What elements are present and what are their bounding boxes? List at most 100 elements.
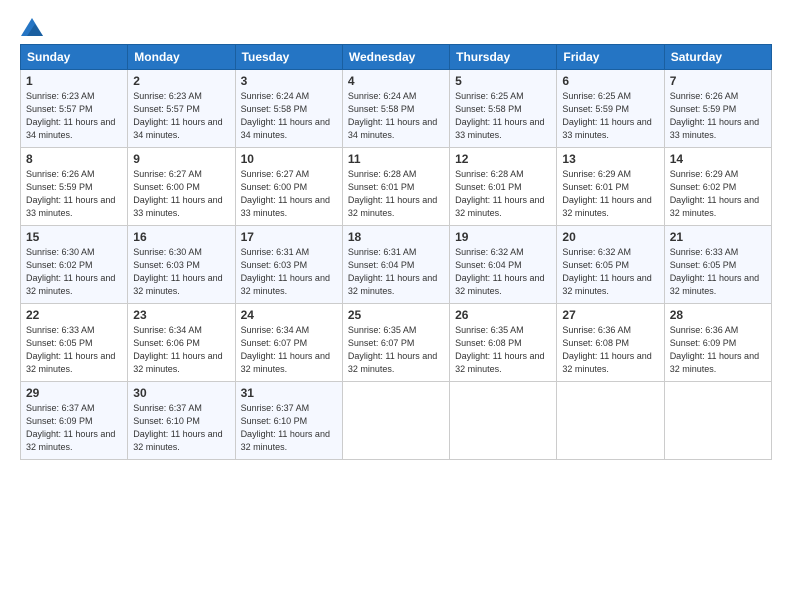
calendar-cell: 20Sunrise: 6:32 AMSunset: 6:05 PMDayligh… <box>557 226 664 304</box>
weekday-header-tuesday: Tuesday <box>235 45 342 70</box>
day-number: 27 <box>562 308 658 322</box>
calendar-week-5: 29 Sunrise: 6:37 AMSunset: 6:09 PMDayligh… <box>21 382 772 460</box>
day-info: Sunrise: 6:30 AMSunset: 6:03 PMDaylight:… <box>133 247 222 296</box>
calendar-cell: 9 Sunrise: 6:27 AMSunset: 6:00 PMDaylight… <box>128 148 235 226</box>
day-number: 8 <box>26 152 122 166</box>
logo <box>20 18 44 36</box>
day-info: Sunrise: 6:34 AMSunset: 6:07 PMDaylight:… <box>241 325 330 374</box>
day-number: 12 <box>455 152 551 166</box>
day-info: Sunrise: 6:25 AMSunset: 5:59 PMDaylight:… <box>562 91 651 140</box>
calendar-cell: 6 Sunrise: 6:25 AMSunset: 5:59 PMDaylight… <box>557 70 664 148</box>
day-info: Sunrise: 6:28 AMSunset: 6:01 PMDaylight:… <box>455 169 544 218</box>
day-info: Sunrise: 6:35 AMSunset: 6:07 PMDaylight:… <box>348 325 437 374</box>
logo-icon <box>21 18 43 36</box>
day-info: Sunrise: 6:25 AMSunset: 5:58 PMDaylight:… <box>455 91 544 140</box>
day-number: 20 <box>562 230 658 244</box>
calendar-cell <box>450 382 557 460</box>
calendar-cell: 4Sunrise: 6:24 AMSunset: 5:58 PMDaylight… <box>342 70 449 148</box>
day-info: Sunrise: 6:27 AMSunset: 6:00 PMDaylight:… <box>133 169 222 218</box>
calendar-cell: 14 Sunrise: 6:29 AMSunset: 6:02 PMDayligh… <box>664 148 771 226</box>
day-number: 18 <box>348 230 444 244</box>
day-info: Sunrise: 6:31 AMSunset: 6:03 PMDaylight:… <box>241 247 330 296</box>
day-number: 31 <box>241 386 337 400</box>
calendar-week-3: 15 Sunrise: 6:30 AMSunset: 6:02 PMDayligh… <box>21 226 772 304</box>
day-info: Sunrise: 6:32 AMSunset: 6:04 PMDaylight:… <box>455 247 544 296</box>
calendar-cell: 1 Sunrise: 6:23 AMSunset: 5:57 PMDaylight… <box>21 70 128 148</box>
day-number: 21 <box>670 230 766 244</box>
day-number: 5 <box>455 74 551 88</box>
calendar-cell: 15 Sunrise: 6:30 AMSunset: 6:02 PMDayligh… <box>21 226 128 304</box>
day-number: 4 <box>348 74 444 88</box>
weekday-header-saturday: Saturday <box>664 45 771 70</box>
day-number: 22 <box>26 308 122 322</box>
day-info: Sunrise: 6:36 AMSunset: 6:09 PMDaylight:… <box>670 325 759 374</box>
page: SundayMondayTuesdayWednesdayThursdayFrid… <box>0 0 792 612</box>
calendar-cell: 12 Sunrise: 6:28 AMSunset: 6:01 PMDayligh… <box>450 148 557 226</box>
calendar-cell: 29 Sunrise: 6:37 AMSunset: 6:09 PMDayligh… <box>21 382 128 460</box>
day-number: 23 <box>133 308 229 322</box>
calendar-header: SundayMondayTuesdayWednesdayThursdayFrid… <box>21 45 772 70</box>
day-number: 29 <box>26 386 122 400</box>
weekday-header-sunday: Sunday <box>21 45 128 70</box>
day-number: 10 <box>241 152 337 166</box>
day-number: 19 <box>455 230 551 244</box>
day-info: Sunrise: 6:37 AMSunset: 6:10 PMDaylight:… <box>133 403 222 452</box>
day-info: Sunrise: 6:31 AMSunset: 6:04 PMDaylight:… <box>348 247 437 296</box>
day-info: Sunrise: 6:35 AMSunset: 6:08 PMDaylight:… <box>455 325 544 374</box>
calendar-cell: 2Sunrise: 6:23 AMSunset: 5:57 PMDaylight… <box>128 70 235 148</box>
day-info: Sunrise: 6:23 AMSunset: 5:57 PMDaylight:… <box>26 91 115 140</box>
day-info: Sunrise: 6:37 AMSunset: 6:09 PMDaylight:… <box>26 403 115 452</box>
calendar-cell: 5 Sunrise: 6:25 AMSunset: 5:58 PMDaylight… <box>450 70 557 148</box>
calendar-table: SundayMondayTuesdayWednesdayThursdayFrid… <box>20 44 772 460</box>
calendar-cell: 24 Sunrise: 6:34 AMSunset: 6:07 PMDayligh… <box>235 304 342 382</box>
day-number: 7 <box>670 74 766 88</box>
day-number: 9 <box>133 152 229 166</box>
day-number: 28 <box>670 308 766 322</box>
day-number: 6 <box>562 74 658 88</box>
day-info: Sunrise: 6:29 AMSunset: 6:01 PMDaylight:… <box>562 169 651 218</box>
day-info: Sunrise: 6:27 AMSunset: 6:00 PMDaylight:… <box>241 169 330 218</box>
day-number: 11 <box>348 152 444 166</box>
day-number: 15 <box>26 230 122 244</box>
day-number: 25 <box>348 308 444 322</box>
calendar-week-4: 22 Sunrise: 6:33 AMSunset: 6:05 PMDayligh… <box>21 304 772 382</box>
day-info: Sunrise: 6:30 AMSunset: 6:02 PMDaylight:… <box>26 247 115 296</box>
calendar-cell: 23 Sunrise: 6:34 AMSunset: 6:06 PMDayligh… <box>128 304 235 382</box>
calendar-cell: 30Sunrise: 6:37 AMSunset: 6:10 PMDayligh… <box>128 382 235 460</box>
calendar-cell: 28 Sunrise: 6:36 AMSunset: 6:09 PMDayligh… <box>664 304 771 382</box>
logo-text <box>20 18 44 36</box>
weekday-header-monday: Monday <box>128 45 235 70</box>
calendar-cell: 19 Sunrise: 6:32 AMSunset: 6:04 PMDayligh… <box>450 226 557 304</box>
calendar-cell: 18 Sunrise: 6:31 AMSunset: 6:04 PMDayligh… <box>342 226 449 304</box>
calendar-cell: 26 Sunrise: 6:35 AMSunset: 6:08 PMDayligh… <box>450 304 557 382</box>
day-number: 17 <box>241 230 337 244</box>
calendar-cell: 16 Sunrise: 6:30 AMSunset: 6:03 PMDayligh… <box>128 226 235 304</box>
calendar-cell: 11Sunrise: 6:28 AMSunset: 6:01 PMDayligh… <box>342 148 449 226</box>
day-number: 24 <box>241 308 337 322</box>
calendar-cell <box>664 382 771 460</box>
calendar-week-1: 1 Sunrise: 6:23 AMSunset: 5:57 PMDaylight… <box>21 70 772 148</box>
header <box>20 18 772 36</box>
day-info: Sunrise: 6:24 AMSunset: 5:58 PMDaylight:… <box>241 91 330 140</box>
day-info: Sunrise: 6:33 AMSunset: 6:05 PMDaylight:… <box>26 325 115 374</box>
day-number: 26 <box>455 308 551 322</box>
day-number: 14 <box>670 152 766 166</box>
calendar-week-2: 8Sunrise: 6:26 AMSunset: 5:59 PMDaylight… <box>21 148 772 226</box>
calendar-body: 1 Sunrise: 6:23 AMSunset: 5:57 PMDaylight… <box>21 70 772 460</box>
calendar-cell <box>342 382 449 460</box>
day-number: 3 <box>241 74 337 88</box>
weekday-header-friday: Friday <box>557 45 664 70</box>
day-number: 1 <box>26 74 122 88</box>
day-info: Sunrise: 6:34 AMSunset: 6:06 PMDaylight:… <box>133 325 222 374</box>
day-info: Sunrise: 6:29 AMSunset: 6:02 PMDaylight:… <box>670 169 759 218</box>
weekday-header-wednesday: Wednesday <box>342 45 449 70</box>
calendar-cell: 3 Sunrise: 6:24 AMSunset: 5:58 PMDaylight… <box>235 70 342 148</box>
day-number: 16 <box>133 230 229 244</box>
weekday-header-thursday: Thursday <box>450 45 557 70</box>
day-info: Sunrise: 6:26 AMSunset: 5:59 PMDaylight:… <box>670 91 759 140</box>
day-number: 13 <box>562 152 658 166</box>
calendar-cell: 13 Sunrise: 6:29 AMSunset: 6:01 PMDayligh… <box>557 148 664 226</box>
calendar-cell: 17 Sunrise: 6:31 AMSunset: 6:03 PMDayligh… <box>235 226 342 304</box>
calendar-cell: 27Sunrise: 6:36 AMSunset: 6:08 PMDayligh… <box>557 304 664 382</box>
day-info: Sunrise: 6:37 AMSunset: 6:10 PMDaylight:… <box>241 403 330 452</box>
